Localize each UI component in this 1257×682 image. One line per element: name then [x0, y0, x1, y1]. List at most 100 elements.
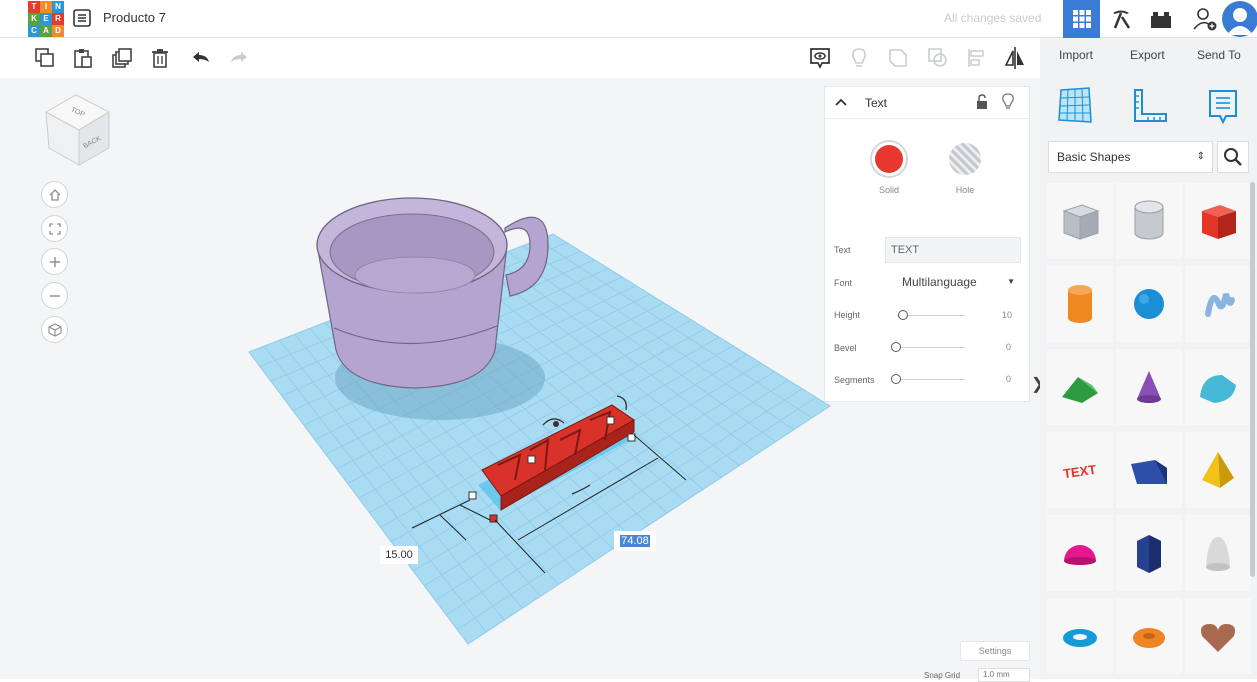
segments-slider-track[interactable] — [897, 379, 965, 380]
shape-tile-sphere[interactable] — [1116, 266, 1182, 342]
blocks-view-button[interactable] — [1102, 0, 1139, 38]
notes-tool-button[interactable] — [847, 46, 871, 70]
logo-letter: D — [52, 25, 64, 37]
settings-button[interactable]: Settings — [960, 641, 1030, 661]
width-dimension-label[interactable]: 15.00 — [380, 546, 418, 564]
zoom-in-button[interactable] — [41, 248, 68, 275]
bevel-slider-knob[interactable] — [891, 342, 901, 352]
text-shape-icon: TEXT — [1062, 462, 1097, 481]
zoom-out-button[interactable] — [41, 282, 68, 309]
segments-value[interactable]: 0 — [1006, 374, 1011, 384]
workplane-tool-button[interactable] — [1057, 86, 1093, 129]
solid-label: Solid — [878, 185, 899, 195]
fit-view-button[interactable] — [41, 215, 68, 242]
shape-tile-scribble[interactable] — [1185, 266, 1251, 342]
align-icon — [968, 49, 984, 67]
shape-tile-half-sphere[interactable] — [1047, 515, 1113, 591]
view-cube[interactable]: TOP BACK — [44, 94, 111, 166]
user-avatar[interactable] — [1222, 1, 1257, 37]
notes-button[interactable] — [1207, 88, 1239, 131]
pyramid-shape-icon — [1202, 452, 1234, 488]
import-button[interactable]: Import — [1059, 48, 1093, 62]
segments-field-label: Segments — [834, 375, 875, 385]
shape-tile-text[interactable]: TEXT — [1047, 432, 1113, 508]
tinkercad-logo[interactable]: T I N K E R C A D — [28, 1, 64, 37]
perspective-toggle-button[interactable] — [41, 316, 68, 343]
home-view-button[interactable] — [41, 181, 68, 208]
shape-tile-round-roof[interactable] — [1185, 349, 1251, 425]
mirror-button[interactable] — [1003, 46, 1027, 70]
redo-button[interactable] — [227, 46, 251, 70]
solid-option[interactable]: Solid — [869, 140, 909, 198]
torus-shape-icon — [1063, 629, 1097, 647]
text-input[interactable]: TEXT — [885, 237, 1021, 263]
shape-tile-paraboloid[interactable] — [1185, 515, 1251, 591]
polygon-shape-icon — [1137, 535, 1161, 573]
delete-button[interactable] — [148, 46, 172, 70]
logo-letter: R — [52, 13, 64, 25]
paste-button[interactable] — [71, 46, 95, 70]
design-list-icon[interactable] — [72, 8, 92, 28]
undo-button[interactable] — [189, 46, 213, 70]
cylinder-hole-shape-icon — [1134, 200, 1164, 240]
show-all-button[interactable] — [808, 46, 832, 70]
snap-grid-select[interactable]: 1.0 mm — [978, 668, 1030, 682]
edit-toolbar — [0, 38, 1040, 78]
group-button[interactable] — [886, 46, 910, 70]
shape-tile-box[interactable] — [1185, 183, 1251, 259]
send-to-button[interactable]: Send To — [1197, 48, 1241, 62]
solid-color-swatch[interactable] — [870, 140, 908, 178]
ungroup-button[interactable] — [926, 46, 950, 70]
length-dimension-input[interactable]: 74.08 — [614, 531, 656, 551]
lightbulb-icon[interactable] — [1001, 93, 1015, 111]
hole-option[interactable]: Hole — [945, 140, 985, 198]
logo-letter: T — [28, 1, 40, 13]
shape-tile-box-hole[interactable] — [1047, 183, 1113, 259]
shape-tile-heart[interactable] — [1185, 598, 1251, 674]
fit-icon — [48, 222, 61, 235]
shape-tile-pyramid[interactable] — [1185, 432, 1251, 508]
ruler-tool-button[interactable] — [1131, 88, 1169, 129]
duplicate-button[interactable] — [110, 46, 134, 70]
shape-search-button[interactable] — [1217, 141, 1249, 173]
height-value[interactable]: 10 — [1002, 310, 1012, 320]
shape-tile-wedge[interactable] — [1116, 432, 1182, 508]
box-hole-shape-icon — [1062, 204, 1100, 240]
font-field-label: Font — [834, 278, 853, 288]
design-title[interactable]: Producto 7 — [103, 10, 166, 25]
3d-design-view-button[interactable] — [1063, 0, 1100, 38]
eye-bubble-icon — [810, 48, 830, 69]
logo-letter: C — [28, 25, 40, 37]
shape-tile-tube[interactable] — [1116, 598, 1182, 674]
select-arrows-icon: ⇕ — [1196, 151, 1205, 162]
shape-tile-torus[interactable] — [1047, 598, 1113, 674]
shape-tile-cone[interactable] — [1116, 349, 1182, 425]
height-slider-knob[interactable] — [898, 310, 908, 320]
collapse-chevron-icon[interactable] — [835, 97, 847, 109]
shape-tile-cylinder[interactable] — [1047, 266, 1113, 342]
bricks-view-button[interactable] — [1142, 0, 1179, 38]
logo-letter: K — [28, 13, 40, 25]
shape-category-value: Basic Shapes — [1057, 150, 1131, 164]
inspector-title: Text — [865, 96, 888, 110]
shape-inspector: Text Solid Hole Text TEXT Font Multilang… — [824, 86, 1031, 402]
ungroup-icon — [928, 48, 947, 67]
segments-slider-knob[interactable] — [891, 374, 901, 384]
font-select[interactable]: Multilanguage ▼ — [897, 270, 1021, 294]
invite-user-button[interactable] — [1186, 0, 1223, 38]
shapes-scrollbar[interactable] — [1250, 182, 1255, 577]
shape-category-select[interactable]: Basic Shapes ⇕ — [1048, 141, 1213, 173]
grid-icon — [1072, 10, 1091, 28]
align-button[interactable] — [965, 46, 989, 70]
unlock-icon[interactable] — [975, 94, 989, 110]
shape-tile-roof[interactable] — [1047, 349, 1113, 425]
shape-tile-cylinder-hole[interactable] — [1116, 183, 1182, 259]
bevel-value[interactable]: 0 — [1006, 342, 1011, 352]
bevel-slider-track[interactable] — [897, 347, 965, 348]
hole-swatch[interactable] — [949, 143, 981, 175]
export-button[interactable]: Export — [1130, 48, 1165, 62]
copy-button[interactable] — [33, 46, 57, 70]
trash-icon — [152, 49, 168, 68]
shape-tile-polygon[interactable] — [1116, 515, 1182, 591]
tube-shape-icon — [1133, 628, 1165, 648]
